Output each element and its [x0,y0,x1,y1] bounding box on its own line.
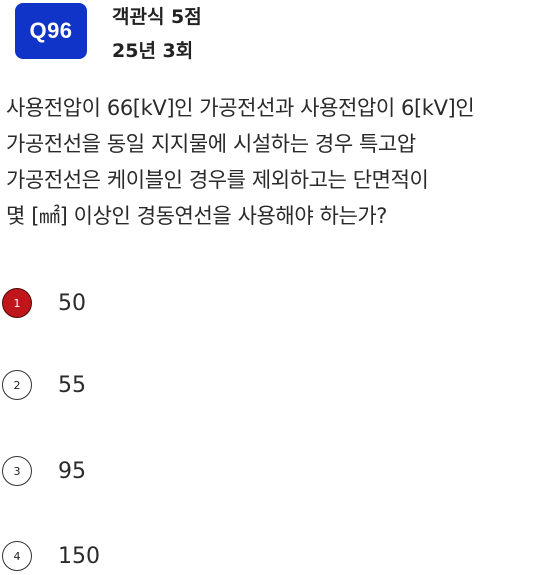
choice-label[interactable]: 95 [58,459,86,484]
choice-number-marker[interactable]: 4 [2,541,32,571]
choice-number-marker[interactable]: 1 [2,288,32,318]
choice-label[interactable]: 55 [58,373,86,398]
question-line: 가공전선을 동일 지지물에 시설하는 경우 특고압 [6,132,416,156]
exam-session: 25년 3회 [112,40,194,62]
choice-number-marker[interactable]: 3 [2,456,32,486]
choice-option-4[interactable]: 4 150 [2,538,100,574]
question-category: 객관식 5점 [112,6,202,28]
choice-label[interactable]: 50 [58,291,86,316]
choice-label[interactable]: 150 [58,544,100,569]
question-line: 가공전선은 케이블인 경우를 제외하고는 단면적이 [6,168,429,192]
question-number-label: Q96 [29,18,73,43]
question-line: 사용전압이 66[kV]인 가공전선과 사용전압이 6[kV]인 [6,96,475,120]
choice-option-3[interactable]: 3 95 [2,453,86,489]
choice-option-2[interactable]: 2 55 [2,367,86,403]
choice-number-marker[interactable]: 2 [2,370,32,400]
choice-option-1[interactable]: 1 50 [2,285,86,321]
question-text: 사용전압이 66[kV]인 가공전선과 사용전압이 6[kV]인 가공전선을 동… [6,90,556,234]
question-line: 몇 [㎟] 이상인 경동연선을 사용해야 하는가? [6,204,388,228]
question-number-badge: Q96 [15,3,87,59]
